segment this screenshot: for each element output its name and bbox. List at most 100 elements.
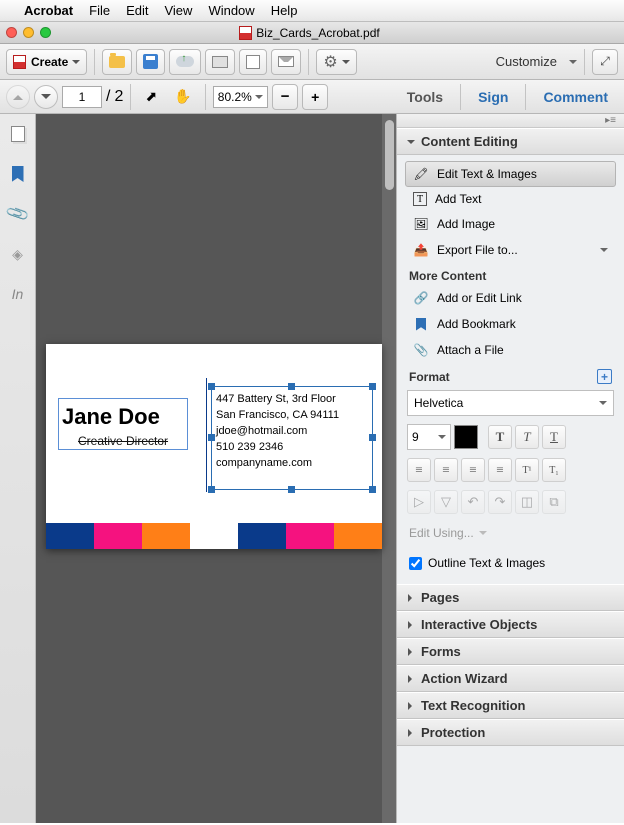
superscript-button[interactable]: T¹ bbox=[515, 458, 539, 482]
outline-label: Outline Text & Images bbox=[428, 556, 545, 570]
hand-icon: ✋ bbox=[174, 88, 191, 105]
prev-page-button[interactable] bbox=[6, 85, 30, 109]
selection-box[interactable] bbox=[211, 386, 373, 490]
panel-options-button[interactable]: ▸≡ bbox=[397, 114, 624, 128]
edit-using-dropdown[interactable]: Edit Using... bbox=[407, 522, 476, 544]
add-text-tool[interactable]: T Add Text bbox=[405, 187, 616, 211]
resize-handle[interactable] bbox=[369, 486, 376, 493]
bookmarks-button[interactable] bbox=[8, 164, 28, 184]
cloud-save-button[interactable] bbox=[169, 49, 201, 75]
rotate-ccw-button[interactable]: ↶ bbox=[461, 490, 485, 514]
layers-icon: ◈ bbox=[12, 246, 23, 263]
zoom-select[interactable]: 80.2% bbox=[213, 86, 268, 108]
mac-menubar: Acrobat File Edit View Window Help bbox=[0, 0, 624, 22]
replace-image-button[interactable]: ⧉ bbox=[542, 490, 566, 514]
pdf-page[interactable]: Jane Doe Creative Director 447 Battery S… bbox=[46, 344, 382, 549]
accordion-interactive-objects[interactable]: Interactive Objects bbox=[397, 611, 624, 638]
scrollbar-track[interactable] bbox=[382, 114, 396, 823]
zoom-window-button[interactable] bbox=[40, 27, 51, 38]
accordion-content-editing[interactable]: Content Editing bbox=[397, 128, 624, 155]
add-edit-link-tool[interactable]: 🔗 Add or Edit Link bbox=[405, 285, 616, 311]
resize-handle[interactable] bbox=[208, 486, 215, 493]
menu-window[interactable]: Window bbox=[208, 3, 254, 18]
zoom-in-button[interactable] bbox=[302, 84, 328, 110]
resize-handle[interactable] bbox=[208, 383, 215, 390]
page-thumbnails-button[interactable] bbox=[8, 124, 28, 144]
signatures-button[interactable]: In bbox=[8, 284, 28, 304]
add-text-icon: T bbox=[413, 192, 427, 206]
accordion-forms[interactable]: Forms bbox=[397, 638, 624, 665]
attachments-button[interactable]: 📎 bbox=[8, 204, 28, 224]
settings-menu-button[interactable]: ⚙ bbox=[316, 49, 356, 75]
tools-tab[interactable]: Tools bbox=[397, 89, 453, 105]
window-title: Biz_Cards_Acrobat.pdf bbox=[256, 26, 379, 40]
align-center-button[interactable]: ≡ bbox=[434, 458, 458, 482]
outline-checkbox[interactable] bbox=[409, 557, 422, 570]
save-button[interactable] bbox=[136, 49, 165, 75]
minimize-window-button[interactable] bbox=[23, 27, 34, 38]
attach-file-tool[interactable]: 📎 Attach a File bbox=[405, 337, 616, 363]
menu-acrobat[interactable]: Acrobat bbox=[24, 3, 73, 18]
sign-tab[interactable]: Sign bbox=[468, 89, 518, 105]
close-window-button[interactable] bbox=[6, 27, 17, 38]
share-button[interactable] bbox=[239, 49, 267, 75]
tools-panel: ▸≡ Content Editing 🖍 Edit Text & Images … bbox=[396, 114, 624, 823]
paperclip-icon: 📎 bbox=[413, 342, 429, 358]
rotate-cw-button[interactable]: ↷ bbox=[488, 490, 512, 514]
resize-handle[interactable] bbox=[369, 383, 376, 390]
fullscreen-button[interactable]: ⤢ bbox=[592, 49, 618, 75]
text-color-swatch[interactable] bbox=[454, 425, 478, 449]
print-button[interactable] bbox=[205, 49, 235, 75]
add-image-tool[interactable]: 🖼 Add Image bbox=[405, 211, 616, 237]
expand-icon: ⤢ bbox=[600, 54, 610, 69]
bold-button[interactable]: T bbox=[488, 425, 512, 449]
flip-horizontal-button[interactable]: ▷ bbox=[407, 490, 431, 514]
accordion-protection[interactable]: Protection bbox=[397, 719, 624, 746]
minus-icon bbox=[281, 88, 290, 105]
accordion-pages[interactable]: Pages bbox=[397, 584, 624, 611]
italic-button[interactable]: T bbox=[515, 425, 539, 449]
menu-help[interactable]: Help bbox=[271, 3, 298, 18]
email-button[interactable] bbox=[271, 49, 301, 75]
resize-handle[interactable] bbox=[208, 434, 215, 441]
resize-handle[interactable] bbox=[288, 383, 295, 390]
flip-vertical-button[interactable]: ▽ bbox=[434, 490, 458, 514]
scrollbar-thumb[interactable] bbox=[385, 120, 394, 190]
subscript-button[interactable]: T₁ bbox=[542, 458, 566, 482]
customize-button[interactable]: Customize bbox=[488, 54, 565, 69]
selection-tool-button[interactable]: ⬈ bbox=[138, 84, 164, 110]
font-family-select[interactable]: Helvetica bbox=[407, 390, 614, 416]
resize-handle[interactable] bbox=[369, 434, 376, 441]
accordion-text-recognition[interactable]: Text Recognition bbox=[397, 692, 624, 719]
create-button[interactable]: Create bbox=[6, 49, 87, 75]
menu-view[interactable]: View bbox=[164, 3, 192, 18]
align-left-button[interactable]: ≡ bbox=[407, 458, 431, 482]
export-icon: 📤 bbox=[413, 242, 429, 258]
align-justify-button[interactable]: ≡ bbox=[488, 458, 512, 482]
layers-button[interactable]: ◈ bbox=[8, 244, 28, 264]
cursor-icon: ⬈ bbox=[145, 88, 157, 105]
accordion-action-wizard[interactable]: Action Wizard bbox=[397, 665, 624, 692]
document-viewport[interactable]: Jane Doe Creative Director 447 Battery S… bbox=[36, 114, 396, 823]
next-page-button[interactable] bbox=[34, 85, 58, 109]
resize-handle[interactable] bbox=[288, 486, 295, 493]
menu-edit[interactable]: Edit bbox=[126, 3, 148, 18]
open-button[interactable] bbox=[102, 49, 132, 75]
add-bookmark-tool[interactable]: Add Bookmark bbox=[405, 311, 616, 337]
guide-line bbox=[206, 378, 207, 492]
edit-text-images-tool[interactable]: 🖍 Edit Text & Images bbox=[405, 161, 616, 187]
crop-button[interactable]: ◫ bbox=[515, 490, 539, 514]
image-icon: 🖼 bbox=[413, 216, 429, 232]
page-number-input[interactable] bbox=[62, 86, 102, 108]
zoom-out-button[interactable] bbox=[272, 84, 298, 110]
signature-icon: In bbox=[12, 286, 24, 302]
bookmark-icon bbox=[12, 166, 24, 182]
underline-button[interactable]: T bbox=[542, 425, 566, 449]
comment-tab[interactable]: Comment bbox=[533, 89, 618, 105]
export-file-tool[interactable]: 📤 Export File to... bbox=[405, 237, 616, 263]
add-format-button[interactable]: + bbox=[597, 369, 612, 384]
align-right-button[interactable]: ≡ bbox=[461, 458, 485, 482]
menu-file[interactable]: File bbox=[89, 3, 110, 18]
font-size-select[interactable]: 9 bbox=[407, 424, 451, 450]
hand-tool-button[interactable]: ✋ bbox=[168, 84, 197, 110]
